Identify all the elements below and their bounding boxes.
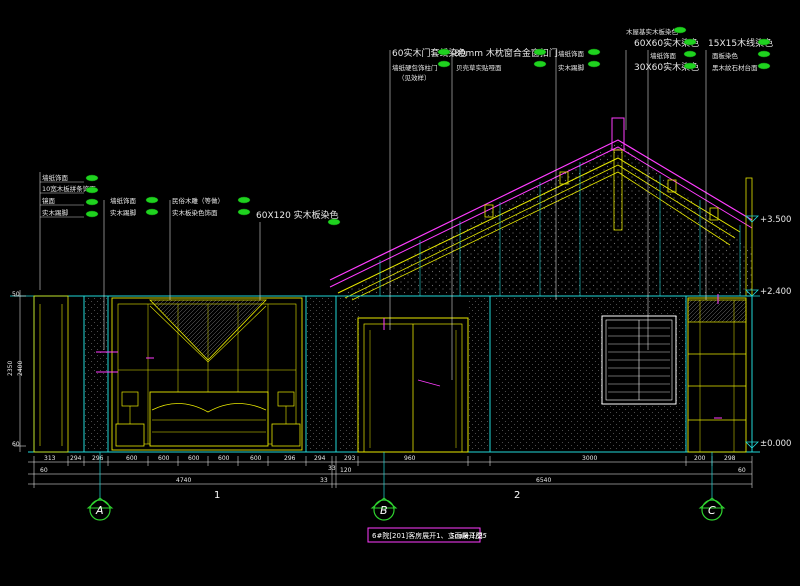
annotations-door: 60实木门套线染色 墙纸硬包饰柱门 （见效样） 80mm 木枕窗合金窗扣门 贝壳…: [392, 47, 558, 82]
dim-b2-1: 4740: [176, 477, 191, 484]
axis-bubble-a-label: A: [95, 504, 104, 517]
note-mid2-1: 民俗木雕（等做）: [172, 196, 224, 205]
note-wall-1: 墙纸饰面: [558, 49, 585, 58]
elevation-drawing: 墙纸饰面 10宽木板拼条饰面 镜面 实木踢脚 墙纸饰面 实木踢脚 民俗木雕（等做…: [7, 26, 791, 543]
left-dimensions: 50 2350 2400 60: [7, 290, 26, 452]
note-mid-1: 墙纸饰面: [110, 196, 137, 205]
dim-b1-8: 296: [284, 455, 296, 462]
dim-b1-4: 600: [158, 455, 170, 462]
note-wall-2: 实木踢脚: [558, 63, 585, 72]
dim-b1-3: 600: [126, 455, 138, 462]
note-left-3: 镜面: [42, 196, 56, 205]
dim-b1-6: 600: [218, 455, 230, 462]
dim-b1-2: 296: [92, 455, 104, 462]
section-number-1: 1: [214, 490, 220, 501]
bottom-dimensions: 313 294 296 600 600 600 600 600 296 294 …: [28, 455, 753, 488]
roof-gable: [329, 117, 753, 301]
dim-left-3: 2400: [17, 361, 24, 376]
note-roof-3: 墙纸饰面: [650, 51, 677, 60]
axis-bubble-b-label: B: [380, 504, 388, 517]
dim-b1-5: 600: [188, 455, 200, 462]
dim-b1-12: 960: [404, 455, 416, 462]
dim-b2-4: 6540: [536, 477, 551, 484]
dim-b2-5: 60: [738, 467, 746, 474]
section-number-2: 2: [514, 490, 520, 501]
dim-b1-7: 600: [250, 455, 262, 462]
level-0000: ±0.000: [760, 439, 791, 449]
title-scale: Scale 1/25: [450, 532, 487, 540]
dim-b1-0: 313: [44, 455, 56, 462]
note-door-2: 墙纸硬包饰柱门: [392, 63, 438, 72]
annotations-mid: 墙纸饰面 实木踢脚 民俗木雕（等做） 实木板染色饰面 60X120 实木板染色: [110, 196, 339, 221]
note-right-3: 黑木紋石材台面: [712, 63, 758, 72]
dim-b2-2: 33: [320, 477, 328, 484]
note-left-4: 实木踢脚: [42, 208, 69, 217]
level-3500: +3.500: [760, 215, 791, 225]
level-marks: +3.500 +2.400 ±0.000: [745, 215, 791, 449]
note-right-2: 面板染色: [712, 51, 739, 60]
double-door: [357, 317, 469, 453]
window: [601, 315, 677, 405]
title-block: 6#院[201]客房展开1、立面展开图 Scale 1/25: [367, 527, 487, 543]
dim-b2-0: 60: [40, 467, 48, 474]
dim-b1-11: 293: [344, 455, 356, 462]
note-roof-1: 木屋基实木板染色: [626, 27, 679, 36]
note-left-1: 墙纸饰面: [42, 173, 69, 182]
note-mid2-2: 实木板染色饰面: [172, 208, 218, 217]
note-mid3-1: 60X120 实木板染色: [256, 209, 339, 221]
dim-b1-1: 294: [70, 455, 82, 462]
axis-bubble-c-label: C: [708, 504, 716, 517]
bed-wall: [111, 297, 303, 451]
note-mid-2: 实木踢脚: [110, 208, 137, 217]
annotations-wall: 墙纸饰面 实木踢脚: [558, 49, 585, 72]
dim-left-1: 50: [12, 291, 20, 298]
level-2400: +2.400: [760, 287, 791, 297]
dim-b1-9: 294: [314, 455, 326, 462]
dim-b1-10: 33: [328, 465, 336, 472]
dim-b1-14: 200: [694, 455, 706, 462]
dim-left-2: 2350: [7, 361, 14, 376]
dim-b1-15: 298: [724, 455, 736, 462]
note-door-3: （见效样）: [398, 73, 431, 82]
dim-b1-13: 3000: [582, 455, 597, 462]
note-window-2: 贝壳草实贴哑面: [456, 63, 502, 72]
dim-b2-3: 120: [340, 467, 352, 474]
shelf-cabinet: [687, 297, 747, 453]
dim-left-4: 60: [12, 441, 20, 448]
